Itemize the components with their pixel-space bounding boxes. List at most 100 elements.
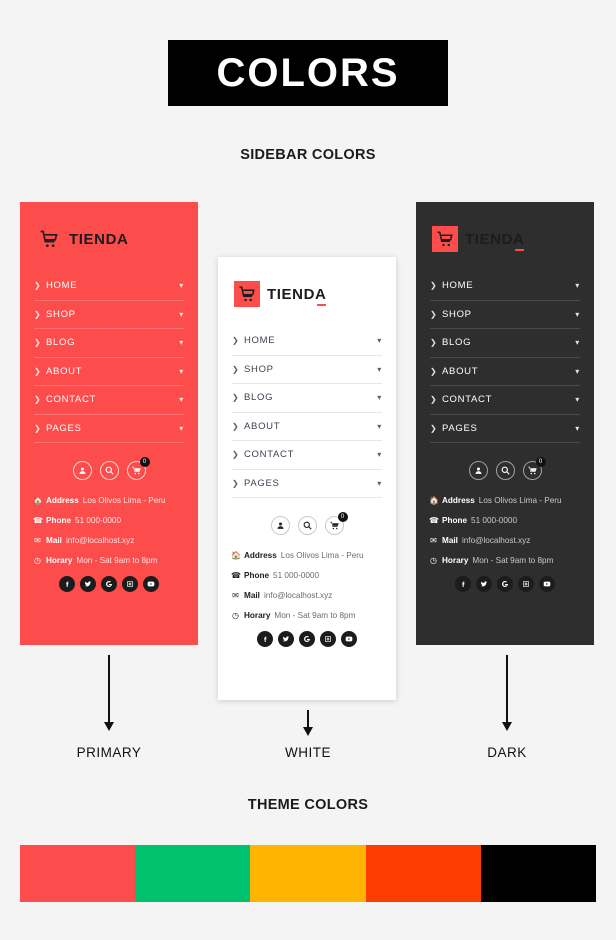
caption-white: WHITE — [285, 745, 331, 760]
clock-icon: ◷ — [34, 556, 41, 565]
google-icon[interactable] — [299, 631, 315, 647]
chevron-down-icon[interactable]: ▾ — [179, 281, 184, 290]
search-button[interactable] — [99, 461, 119, 480]
menu-item-shop[interactable]: ❯ SHOP ▾ — [430, 301, 580, 329]
menu-item-label: BLOG — [442, 337, 472, 349]
chevron-right-icon: ❯ — [34, 423, 42, 433]
google-icon[interactable] — [497, 576, 513, 592]
contact-row-horary: ◷ Horary Mon - Sat 9am to 8pm — [33, 556, 185, 565]
menu-item-label: PAGES — [244, 477, 280, 489]
chevron-right-icon: ❯ — [430, 366, 438, 376]
contact-value: info@localhost.xyz — [263, 591, 333, 600]
chevron-down-icon[interactable]: ▾ — [179, 310, 184, 319]
facebook-icon[interactable] — [257, 631, 273, 647]
menu-item-label: ABOUT — [442, 365, 479, 377]
user-icon — [474, 462, 483, 480]
twitter-icon[interactable] — [278, 631, 294, 647]
youtube-icon[interactable] — [143, 576, 159, 592]
chevron-down-icon[interactable]: ▾ — [575, 395, 580, 404]
chevron-down-icon[interactable]: ▾ — [575, 281, 580, 290]
cart-button[interactable]: 0 — [126, 457, 150, 480]
menu-item-about[interactable]: ❯ ABOUT ▾ — [430, 358, 580, 386]
chevron-down-icon[interactable]: ▾ — [179, 424, 184, 433]
menu-item-contact[interactable]: ❯ CONTACT ▾ — [430, 386, 580, 415]
instagram-icon[interactable] — [518, 576, 534, 592]
contact-key: Mail — [46, 536, 62, 545]
menu-item-pages[interactable]: ❯ PAGES ▾ — [34, 415, 184, 443]
chevron-down-icon[interactable]: ▾ — [377, 393, 382, 402]
twitter-icon[interactable] — [476, 576, 492, 592]
chevron-down-icon[interactable]: ▾ — [575, 424, 580, 433]
brand-logo[interactable]: TIENDA — [20, 202, 198, 258]
chevron-down-icon[interactable]: ▾ — [179, 367, 184, 376]
youtube-icon[interactable] — [539, 576, 555, 592]
chevron-down-icon[interactable]: ▾ — [377, 479, 382, 488]
menu-item-blog[interactable]: ❯ BLOG ▾ — [430, 329, 580, 358]
menu-item-home[interactable]: ❯ HOME ▾ — [430, 272, 580, 301]
chevron-right-icon: ❯ — [34, 281, 42, 291]
contact-row-mail: ✉ Mail info@localhost.xyz — [429, 536, 581, 545]
chevron-right-icon: ❯ — [34, 309, 42, 319]
arrow-dark — [502, 655, 512, 731]
colors-style-guide-page: COLORS SIDEBAR COLORS TIENDA ❯ HOME ▾ ❯ … — [0, 0, 616, 940]
instagram-icon[interactable] — [122, 576, 138, 592]
chevron-down-icon[interactable]: ▾ — [377, 365, 382, 374]
account-button[interactable] — [270, 516, 290, 535]
menu-item-contact[interactable]: ❯ CONTACT ▾ — [232, 441, 382, 470]
contact-key: Mail — [442, 536, 458, 545]
arrow-primary — [104, 655, 114, 731]
contact-row-address: 🏠 Address Los Olivos Lima - Peru — [231, 551, 383, 560]
contact-key: Phone — [442, 516, 468, 525]
chevron-down-icon[interactable]: ▾ — [377, 422, 382, 431]
menu-item-about[interactable]: ❯ ABOUT ▾ — [34, 358, 184, 386]
chevron-down-icon[interactable]: ▾ — [179, 395, 184, 404]
google-icon[interactable] — [101, 576, 117, 592]
menu-item-blog[interactable]: ❯ BLOG ▾ — [34, 329, 184, 358]
menu-item-home[interactable]: ❯ HOME ▾ — [34, 272, 184, 301]
account-button[interactable] — [72, 461, 92, 480]
contact-info-list: 🏠 Address Los Olivos Lima - Peru ☎ Phone… — [416, 496, 594, 565]
cart-count-badge: 0 — [535, 457, 546, 467]
chevron-right-icon: ❯ — [430, 395, 438, 405]
chevron-down-icon[interactable]: ▾ — [575, 338, 580, 347]
menu-item-contact[interactable]: ❯ CONTACT ▾ — [34, 386, 184, 415]
sidebar-menu: ❯ HOME ▾ ❯ SHOP ▾ ❯ BLOG ▾ ❯ ABOUT ▾ ❯ C — [416, 272, 594, 443]
facebook-icon[interactable] — [59, 576, 75, 592]
menu-item-label: SHOP — [46, 308, 76, 320]
search-icon — [105, 462, 114, 480]
account-button[interactable] — [468, 461, 488, 480]
menu-item-pages[interactable]: ❯ PAGES ▾ — [232, 470, 382, 498]
menu-item-about[interactable]: ❯ ABOUT ▾ — [232, 413, 382, 441]
instagram-icon[interactable] — [320, 631, 336, 647]
twitter-icon[interactable] — [80, 576, 96, 592]
menu-item-shop[interactable]: ❯ SHOP ▾ — [34, 301, 184, 329]
theme-color-swatches — [20, 845, 597, 902]
menu-item-pages[interactable]: ❯ PAGES ▾ — [430, 415, 580, 443]
mail-icon: ✉ — [430, 536, 437, 545]
chevron-down-icon[interactable]: ▾ — [575, 367, 580, 376]
sidebar-colors-heading: SIDEBAR COLORS — [240, 147, 376, 163]
brand-name: TIENDA — [69, 230, 129, 248]
page-title-banner: COLORS — [168, 40, 448, 106]
facebook-icon[interactable] — [455, 576, 471, 592]
chevron-down-icon[interactable]: ▾ — [179, 338, 184, 347]
youtube-icon[interactable] — [341, 631, 357, 647]
chevron-down-icon[interactable]: ▾ — [377, 450, 382, 459]
menu-item-blog[interactable]: ❯ BLOG ▾ — [232, 384, 382, 413]
menu-item-shop[interactable]: ❯ SHOP ▾ — [232, 356, 382, 384]
cart-button[interactable]: 0 — [522, 457, 546, 480]
menu-item-label: SHOP — [244, 363, 274, 375]
brand-logo[interactable]: TIENDA — [416, 202, 594, 258]
chevron-down-icon[interactable]: ▾ — [377, 336, 382, 345]
chevron-down-icon[interactable]: ▾ — [575, 310, 580, 319]
action-icons-row: 0 — [20, 457, 198, 480]
menu-item-home[interactable]: ❯ HOME ▾ — [232, 327, 382, 356]
social-icons-row — [218, 631, 396, 647]
search-button[interactable] — [297, 516, 317, 535]
cart-button[interactable]: 0 — [324, 512, 348, 535]
brand-name: TIENDA — [465, 231, 525, 251]
search-button[interactable] — [495, 461, 515, 480]
shopping-cart-icon — [36, 226, 62, 252]
brand-logo[interactable]: TIENDA — [218, 257, 396, 313]
chevron-right-icon: ❯ — [430, 338, 438, 348]
